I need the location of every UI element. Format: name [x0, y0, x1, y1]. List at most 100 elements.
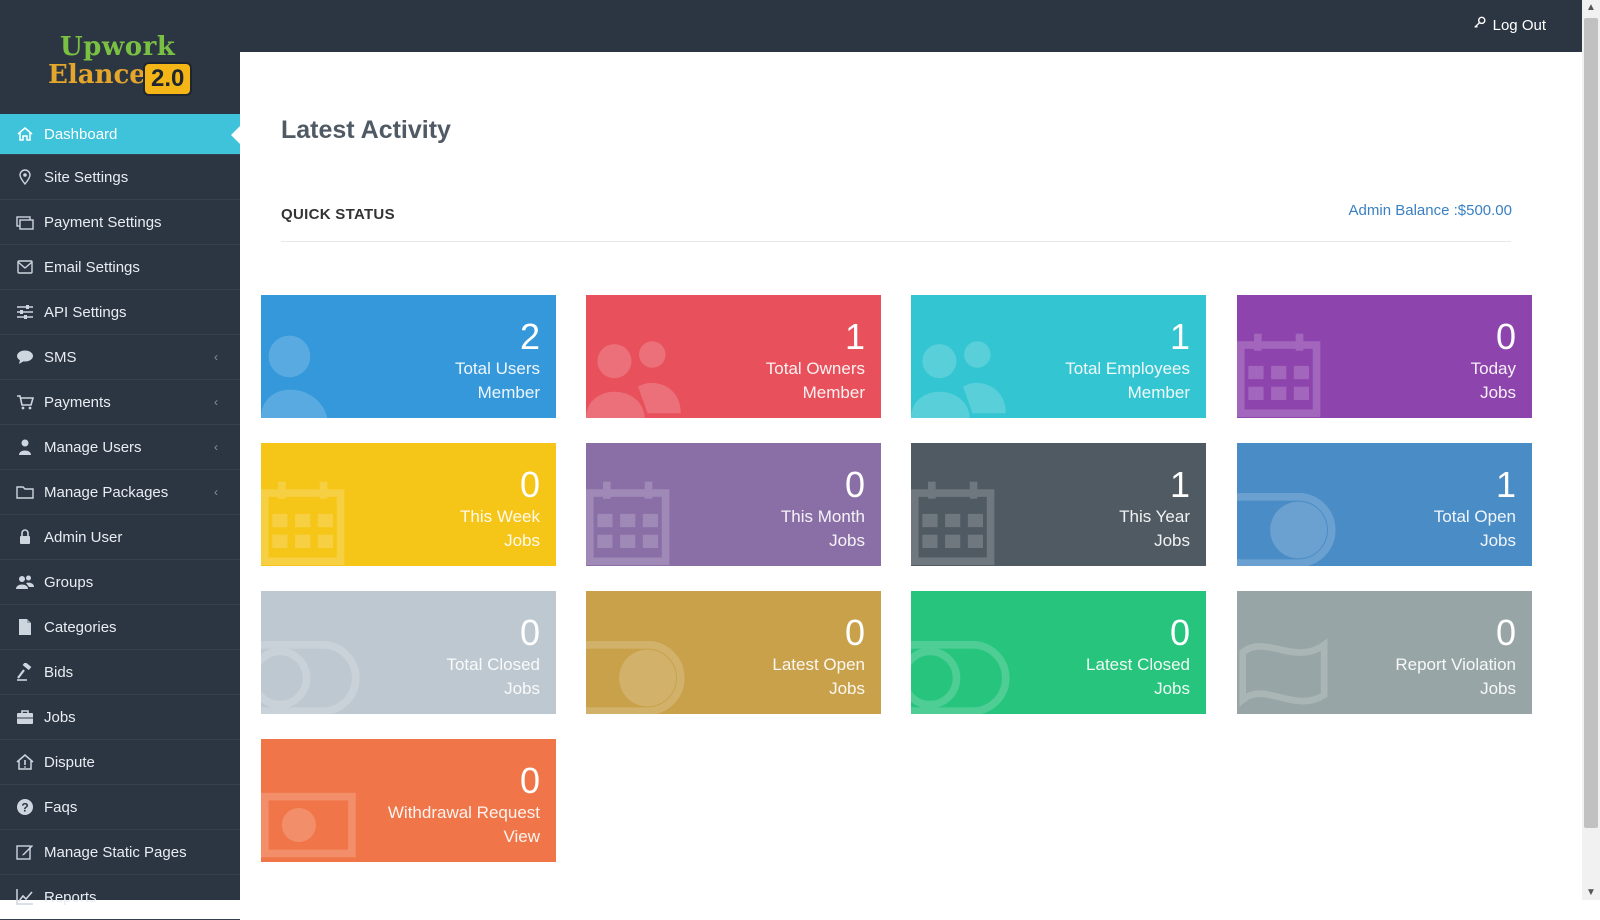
tile-sublabel: Jobs: [1154, 679, 1190, 698]
home-icon: [16, 125, 34, 143]
status-tile-this-week[interactable]: 0 This Week Jobs: [261, 443, 556, 566]
flag-icon: [1237, 624, 1337, 714]
toggle-on-icon: [1237, 476, 1337, 566]
sidebar-item-label: Dashboard: [44, 125, 118, 143]
folder-icon: [16, 483, 34, 501]
status-tile-total-closed[interactable]: 0 Total Closed Jobs: [261, 591, 556, 714]
edit-icon: [16, 843, 34, 861]
tile-label: This Week: [460, 507, 540, 526]
sidebar: Upwork Elance 2.0 Dashboard Site Settings…: [0, 0, 240, 920]
sidebar-item-payments[interactable]: Payments ‹: [0, 380, 240, 425]
sidebar-item-jobs[interactable]: Jobs: [0, 695, 240, 740]
tile-value: 0: [844, 612, 865, 653]
sidebar-nav: Dashboard Site Settings Payment Settings Em…: [0, 114, 240, 920]
divider: [281, 241, 1511, 242]
sidebar-item-categories[interactable]: Categories: [0, 605, 240, 650]
chevron-left-icon: ‹: [214, 350, 218, 364]
status-tile-latest-open[interactable]: 0 Latest Open Jobs: [586, 591, 881, 714]
scroll-thumb[interactable]: [1584, 18, 1598, 828]
toggle-off-icon: [911, 624, 1011, 714]
logout-button[interactable]: Log Out: [1473, 16, 1546, 34]
sidebar-item-manage-packages[interactable]: Manage Packages ‹: [0, 470, 240, 515]
sidebar-item-api-settings[interactable]: API Settings: [0, 290, 240, 335]
sidebar-item-faqs[interactable]: ? Faqs: [0, 785, 240, 830]
sidebar-item-site-settings[interactable]: Site Settings: [0, 155, 240, 200]
main-content: Latest Activity QUICK STATUS Admin Balan…: [240, 52, 1552, 900]
logout-label: Log Out: [1492, 16, 1546, 34]
question-circle-icon: ?: [16, 798, 34, 816]
sidebar-item-label: Dispute: [44, 753, 95, 771]
tile-label: Latest Open: [772, 655, 865, 674]
sidebar-item-admin-user[interactable]: Admin User: [0, 515, 240, 560]
status-tile-total-employees[interactable]: 1 Total Employees Member: [911, 295, 1206, 418]
scrollbar[interactable]: ▲ ▼: [1582, 0, 1600, 900]
tile-label: Total Owners: [765, 359, 865, 378]
tile-value: 2: [519, 316, 540, 357]
user-icon: [16, 438, 34, 456]
tile-label: Total Closed: [446, 655, 540, 674]
status-tile-this-month[interactable]: 0 This Month Jobs: [586, 443, 881, 566]
page-title: Latest Activity: [281, 116, 451, 144]
logo-line1: Upwork: [60, 32, 176, 62]
sidebar-item-label: Groups: [44, 573, 94, 591]
tile-value: 0: [1495, 316, 1516, 357]
tile-label: This Year: [1119, 507, 1190, 526]
users-icon: [16, 573, 34, 591]
sidebar-item-email-settings[interactable]: Email Settings: [0, 245, 240, 290]
tile-label: Total Open: [1433, 507, 1516, 526]
tile-sublabel: View: [503, 827, 540, 846]
sidebar-item-dashboard[interactable]: Dashboard: [0, 114, 240, 155]
scroll-down-icon[interactable]: ▼: [1586, 887, 1596, 898]
tile-sublabel: Jobs: [1154, 531, 1190, 550]
tile-sublabel: Jobs: [829, 679, 865, 698]
tile-sublabel: Jobs: [1480, 531, 1516, 550]
status-tile-total-open[interactable]: 1 Total Open Jobs: [1237, 443, 1532, 566]
sidebar-item-payment-settings[interactable]: Payment Settings: [0, 200, 240, 245]
key-icon: [1473, 16, 1487, 34]
calendar-icon: [586, 476, 686, 566]
users-icon: [586, 328, 686, 418]
user-icon: [261, 328, 361, 418]
sidebar-item-groups[interactable]: Groups: [0, 560, 240, 605]
status-tile-total-owners[interactable]: 1 Total Owners Member: [586, 295, 881, 418]
sidebar-item-label: Manage Packages: [44, 483, 169, 501]
calendar-icon: [1237, 328, 1337, 418]
status-tile-total-users[interactable]: 2 Total Users Member: [261, 295, 556, 418]
tile-label: This Month: [780, 507, 865, 526]
calendar-icon: [261, 476, 361, 566]
app-logo[interactable]: Upwork Elance 2.0: [0, 0, 240, 114]
sidebar-item-sms[interactable]: SMS ‹: [0, 335, 240, 380]
line-chart-icon: [16, 888, 34, 906]
status-tile-latest-closed[interactable]: 0 Latest Closed Jobs: [911, 591, 1206, 714]
sidebar-item-reports[interactable]: Reports: [0, 875, 240, 920]
tile-label: Total Users: [454, 359, 540, 378]
tile-value: 0: [844, 464, 865, 505]
sidebar-item-label: Payment Settings: [44, 213, 162, 231]
scroll-up-icon[interactable]: ▲: [1586, 2, 1596, 13]
sidebar-item-bids[interactable]: Bids: [0, 650, 240, 695]
sidebar-item-manage-static-pages[interactable]: Manage Static Pages: [0, 830, 240, 875]
tile-value: 0: [1495, 612, 1516, 653]
sidebar-item-manage-users[interactable]: Manage Users ‹: [0, 425, 240, 470]
status-tile-this-year[interactable]: 1 This Year Jobs: [911, 443, 1206, 566]
chevron-left-icon: ‹: [214, 395, 218, 409]
tile-sublabel: Jobs: [1480, 679, 1516, 698]
sidebar-item-label: SMS: [44, 348, 77, 366]
sidebar-item-label: Manage Users: [44, 438, 142, 456]
tile-label: Latest Closed: [1086, 655, 1190, 674]
tile-sublabel: Member: [477, 383, 540, 402]
sidebar-item-label: Faqs: [44, 798, 78, 816]
sidebar-item-dispute[interactable]: Dispute: [0, 740, 240, 785]
tile-value: 1: [1169, 316, 1190, 357]
status-tile-withdrawal-request[interactable]: 0 Withdrawal Request View: [261, 739, 556, 862]
sidebar-item-label: Payments: [44, 393, 111, 411]
sidebar-item-label: Reports: [44, 888, 97, 906]
tile-sublabel: Member: [1127, 383, 1190, 402]
status-tile-today[interactable]: 0 Today Jobs: [1237, 295, 1532, 418]
briefcase-icon: [16, 708, 34, 726]
tile-value: 1: [844, 316, 865, 357]
admin-balance-link[interactable]: Admin Balance :$500.00: [1349, 202, 1512, 219]
status-tile-report-violation[interactable]: 0 Report Violation Jobs: [1237, 591, 1532, 714]
lock-icon: [16, 528, 34, 546]
tile-label: Total Employees: [1065, 359, 1190, 378]
